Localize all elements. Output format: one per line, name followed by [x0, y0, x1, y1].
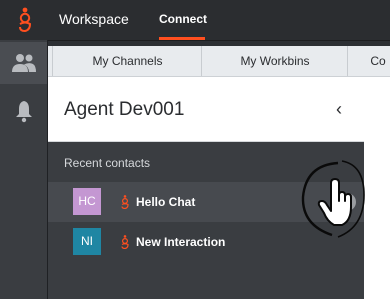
hand-cursor-icon [317, 178, 352, 226]
top-bar: Workspace Connect [0, 0, 390, 41]
rail-notifications-button[interactable] [0, 90, 47, 132]
bell-icon [16, 101, 32, 123]
contact-label: New Interaction [136, 235, 226, 249]
contacts-icon [12, 54, 36, 72]
agent-panel: Agent Dev001 ‹ [48, 77, 364, 142]
collapse-panel-button[interactable]: ‹ [336, 99, 342, 120]
recent-contacts-title: Recent contacts [64, 156, 151, 170]
tab-bar: My Channels My Workbins Co [48, 46, 390, 77]
tab-contacts[interactable]: Co [347, 46, 390, 76]
tab-my-channels[interactable]: My Channels [52, 46, 202, 76]
avatar: NI [73, 228, 101, 255]
genesys-logo-icon [19, 7, 32, 33]
genesys-channel-icon [121, 195, 129, 209]
app-name: Workspace [59, 11, 129, 27]
nav-connect[interactable]: Connect [159, 12, 207, 26]
avatar: HC [73, 188, 101, 215]
side-rail [0, 40, 48, 299]
nav-active-indicator [159, 37, 205, 40]
tab-my-workbins[interactable]: My Workbins [201, 46, 348, 76]
agent-name: Agent Dev001 [64, 99, 185, 120]
rail-contacts-button[interactable] [0, 42, 47, 84]
contact-label: Hello Chat [136, 195, 196, 209]
genesys-channel-icon [121, 235, 129, 249]
click-highlight-overlay [301, 160, 365, 238]
